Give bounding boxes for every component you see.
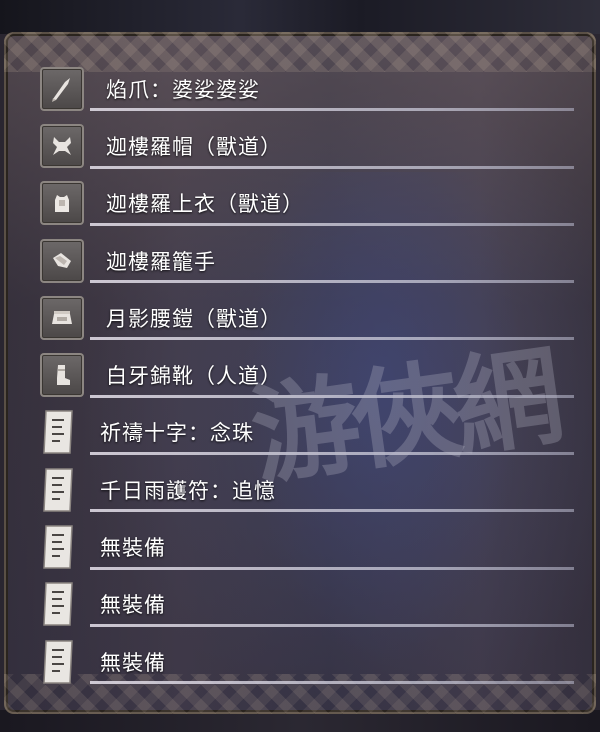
equipment-label: 焰爪：婆娑婆娑 [106, 77, 260, 102]
equipment-row-charm-3[interactable]: 無裝備 [34, 518, 574, 575]
game-scene-background: 焰爪：婆娑婆娑 迦樓羅帽（獸道） 迦樓羅上衣（獸道） 迦樓羅籠手 月影腰鎧（獸道 [0, 0, 600, 732]
equipment-row-charm-2[interactable]: 千日雨護符：追憶 [34, 461, 574, 518]
waist-armor-icon [40, 295, 84, 340]
equipment-row-charm-1[interactable]: 祈禱十字：念珠 [34, 404, 574, 461]
equipment-label: 白牙錦靴（人道） [106, 364, 282, 389]
charm-scroll-icon [40, 466, 78, 514]
equipment-label: 迦樓羅籠手 [106, 249, 216, 274]
equipment-label: 迦樓羅帽（獸道） [106, 134, 282, 159]
gauntlet-icon [40, 238, 84, 283]
equipment-label: 月影腰鎧（獸道） [106, 306, 282, 331]
equipment-row-head[interactable]: 迦樓羅帽（獸道） [34, 117, 574, 174]
claw-weapon-icon [40, 66, 84, 111]
background-top-strip [0, 0, 600, 34]
equipment-list: 焰爪：婆娑婆娑 迦樓羅帽（獸道） 迦樓羅上衣（獸道） 迦樓羅籠手 月影腰鎧（獸道 [34, 60, 574, 690]
equipment-row-charm-4[interactable]: 無裝備 [34, 576, 574, 633]
equipment-row-hands[interactable]: 迦樓羅籠手 [34, 232, 574, 289]
charm-scroll-icon [40, 638, 78, 686]
boots-icon [40, 353, 84, 398]
equipment-row-charm-5[interactable]: 無裝備 [34, 633, 574, 690]
equipment-label: 祈禱十字：念珠 [100, 421, 254, 446]
equipment-row-waist[interactable]: 月影腰鎧（獸道） [34, 289, 574, 346]
equipment-row-body[interactable]: 迦樓羅上衣（獸道） [34, 175, 574, 232]
equipment-row-weapon[interactable]: 焰爪：婆娑婆娑 [34, 60, 574, 117]
equipment-label: 無裝備 [100, 536, 166, 561]
charm-scroll-icon [40, 580, 78, 628]
equipment-row-legs[interactable]: 白牙錦靴（人道） [34, 346, 574, 403]
equipment-label: 無裝備 [100, 650, 166, 675]
charm-scroll-icon [40, 523, 78, 571]
helmet-icon [40, 123, 84, 168]
chest-armor-icon [40, 181, 84, 226]
equipment-label: 千日雨護符：追憶 [100, 478, 276, 503]
equipment-label: 迦樓羅上衣（獸道） [106, 192, 304, 217]
equipment-label: 無裝備 [100, 593, 166, 618]
charm-scroll-icon [40, 408, 78, 456]
